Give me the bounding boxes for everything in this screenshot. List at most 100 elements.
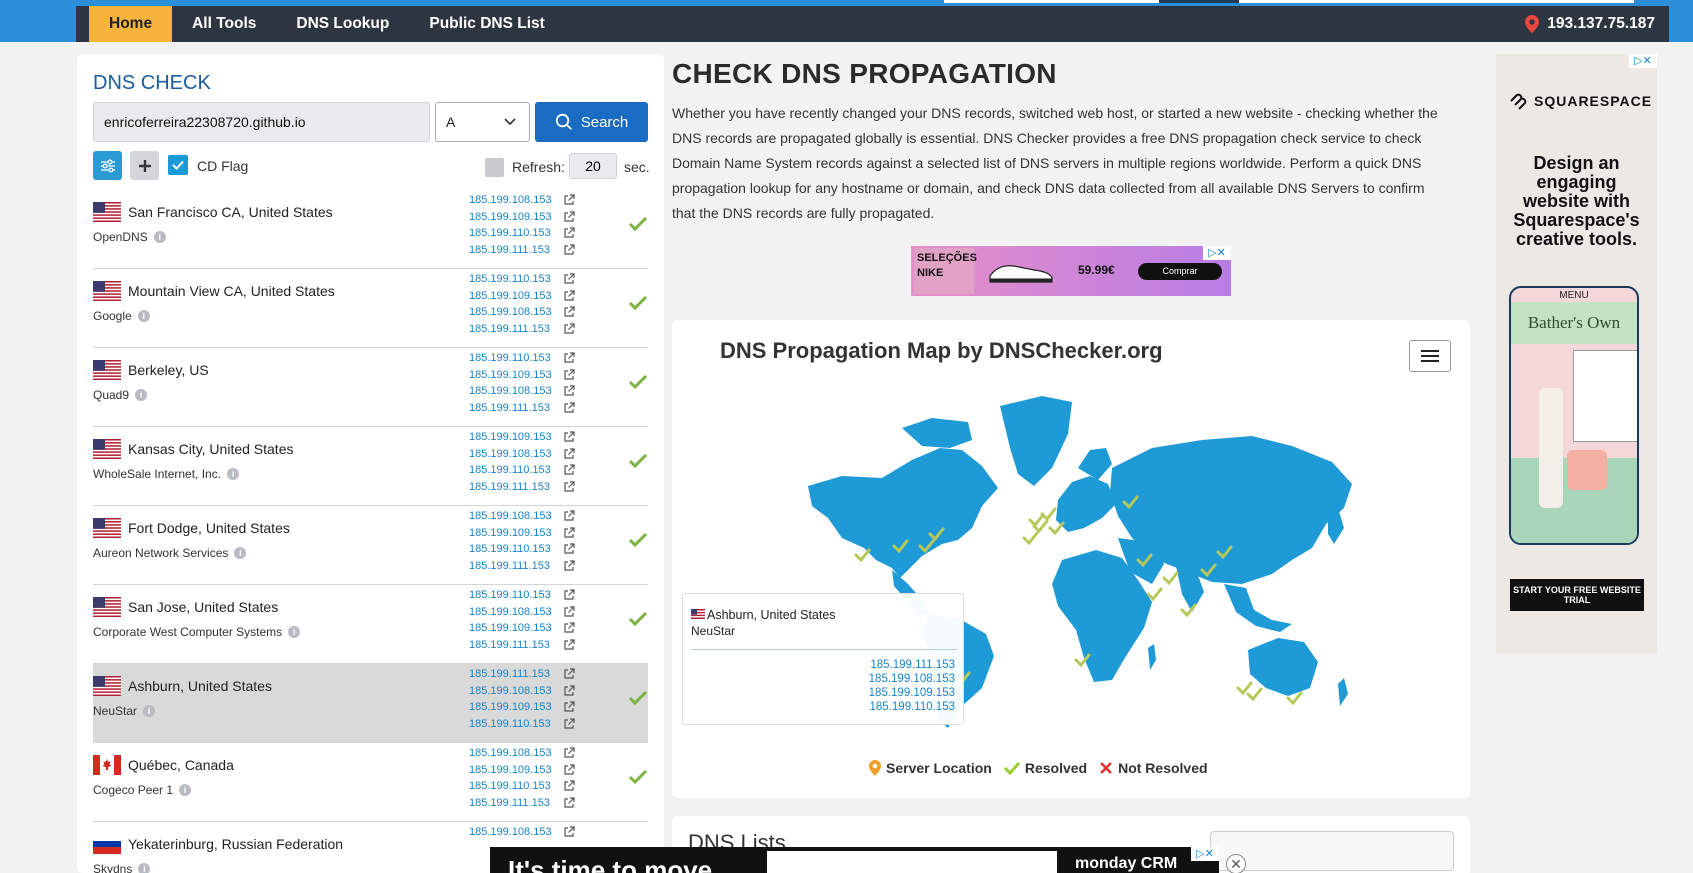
external-link-icon[interactable] [563, 350, 575, 367]
resolved-ip-link[interactable]: 185.199.110.153 [469, 716, 569, 733]
dns-lists-search[interactable] [1210, 831, 1454, 871]
resolved-ip-link[interactable]: 185.199.109.153 [469, 367, 569, 384]
resolved-ip-link[interactable]: 185.199.111.153 [469, 321, 569, 338]
external-link-icon[interactable] [563, 321, 575, 338]
squarespace-ad[interactable]: ▷✕ SQUARESPACE Design an engaging websit… [1496, 54, 1657, 654]
map-menu-button[interactable] [1409, 340, 1451, 372]
result-row[interactable]: Québec, Canada Cogeco Peer 1 i 185.199.108.… [93, 743, 648, 822]
external-link-icon[interactable] [563, 209, 575, 226]
resolved-ip-link[interactable]: 185.199.110.153 [469, 462, 569, 479]
bottom-ad[interactable]: It's time to move monday CRM ▷✕ [490, 847, 1219, 873]
resolved-ip-link[interactable]: 185.199.111.153 [469, 242, 569, 259]
external-link-icon[interactable] [563, 304, 575, 321]
external-link-icon[interactable] [563, 242, 575, 259]
info-icon[interactable]: i [227, 468, 240, 480]
external-link-icon[interactable] [563, 795, 575, 812]
external-link-icon[interactable] [563, 762, 575, 779]
adchoices-icon[interactable]: ▷✕ [1629, 54, 1657, 68]
resolved-ip-link[interactable]: 185.199.108.153 [469, 446, 569, 463]
resolved-ip-link[interactable]: 185.199.110.153 [469, 541, 569, 558]
resolved-ip-link[interactable]: 185.199.111.153 [469, 795, 569, 812]
result-row[interactable]: San Francisco CA, United States OpenDNS i 1… [93, 190, 648, 269]
resolved-ip-link[interactable]: 185.199.108.153 [469, 683, 569, 700]
result-row[interactable]: San Jose, United States Corporate West Co… [93, 585, 648, 664]
resolved-ip-link[interactable]: 185.199.108.153 [469, 304, 569, 321]
resolved-ip-link[interactable]: 185.199.110.153 [469, 225, 569, 242]
external-link-icon[interactable] [563, 367, 575, 384]
resolved-ip-link[interactable]: 185.199.111.153 [469, 637, 569, 654]
external-link-icon[interactable] [563, 587, 575, 604]
info-icon[interactable]: i [153, 231, 166, 243]
filter-button[interactable] [93, 151, 122, 180]
resolved-ip-link[interactable]: 185.199.108.153 [469, 508, 569, 525]
resolved-ip-link[interactable]: 185.199.108.153 [469, 824, 569, 841]
info-icon[interactable]: i [288, 626, 301, 638]
resolved-ip-link[interactable]: 185.199.109.153 [469, 209, 569, 226]
external-link-icon[interactable] [563, 225, 575, 242]
resolved-ip-link[interactable]: 185.199.108.153 [469, 383, 569, 400]
resolved-ip-link[interactable]: 185.199.110.153 [469, 778, 569, 795]
external-link-icon[interactable] [563, 620, 575, 637]
external-link-icon[interactable] [563, 479, 575, 496]
external-link-icon[interactable] [563, 383, 575, 400]
resolved-ip-link[interactable]: 185.199.111.153 [469, 666, 569, 683]
external-link-icon[interactable] [563, 462, 575, 479]
external-link-icon[interactable] [563, 604, 575, 621]
resolved-ip-link[interactable]: 185.199.110.153 [469, 271, 569, 288]
nike-ad-banner[interactable]: SELEÇÕES NIKE 59.99€ Comprar ▷✕ [911, 246, 1231, 296]
ad-cta-button[interactable]: Comprar [1138, 263, 1222, 280]
external-link-icon[interactable] [563, 271, 575, 288]
info-icon[interactable]: i [138, 863, 151, 873]
external-link-icon[interactable] [563, 525, 575, 542]
side-ad-cta-button[interactable]: START YOUR FREE WEBSITE TRIAL [1510, 579, 1644, 611]
close-icon[interactable]: ✕ [1226, 854, 1246, 873]
result-row[interactable]: Fort Dodge, United States Aureon Network … [93, 506, 648, 585]
domain-input[interactable] [93, 102, 430, 142]
nav-all-tools[interactable]: All Tools [172, 6, 276, 42]
info-icon[interactable]: i [179, 784, 192, 796]
resolved-ip-link[interactable]: 185.199.109.153 [469, 429, 569, 446]
external-link-icon[interactable] [563, 637, 575, 654]
resolved-ip-link[interactable]: 185.199.110.153 [469, 587, 569, 604]
adchoices-icon[interactable]: ▷✕ [1191, 847, 1219, 861]
cd-flag-checkbox[interactable] [168, 155, 188, 175]
resolved-ip-link[interactable]: 185.199.111.153 [469, 479, 569, 496]
info-icon[interactable]: i [234, 547, 247, 559]
resolved-ip-link[interactable]: 185.199.111.153 [469, 558, 569, 575]
info-icon[interactable]: i [143, 705, 156, 717]
external-link-icon[interactable] [563, 558, 575, 575]
external-link-icon[interactable] [563, 508, 575, 525]
resolved-ip-link[interactable]: 185.199.110.153 [469, 350, 569, 367]
result-row[interactable]: Kansas City, United States WholeSale Inte… [93, 427, 648, 506]
external-link-icon[interactable] [563, 745, 575, 762]
resolved-ip-link[interactable]: 185.199.111.153 [469, 400, 569, 417]
nav-home[interactable]: Home [89, 6, 173, 42]
resolved-ip-link[interactable]: 185.199.109.153 [469, 620, 569, 637]
search-button[interactable]: Search [535, 102, 648, 142]
external-link-icon[interactable] [563, 699, 575, 716]
add-server-button[interactable] [130, 151, 159, 180]
external-link-icon[interactable] [563, 400, 575, 417]
external-link-icon[interactable] [563, 446, 575, 463]
external-link-icon[interactable] [563, 192, 575, 209]
resolved-ip-link[interactable]: 185.199.109.153 [469, 762, 569, 779]
adchoices-icon[interactable]: ▷✕ [1203, 246, 1231, 260]
result-row[interactable]: Ashburn, United States NeuStar i 185.199.11… [93, 664, 648, 743]
resolved-ip-link[interactable]: 185.199.108.153 [469, 745, 569, 762]
resolved-ip-link[interactable]: 185.199.109.153 [469, 699, 569, 716]
refresh-checkbox[interactable] [485, 158, 504, 177]
external-link-icon[interactable] [563, 778, 575, 795]
external-link-icon[interactable] [563, 288, 575, 305]
external-link-icon[interactable] [563, 824, 575, 841]
record-type-select[interactable]: A [435, 102, 530, 142]
nav-dns-lookup[interactable]: DNS Lookup [276, 6, 409, 42]
external-link-icon[interactable] [563, 429, 575, 446]
external-link-icon[interactable] [563, 666, 575, 683]
resolved-ip-link[interactable]: 185.199.109.153 [469, 288, 569, 305]
info-icon[interactable]: i [137, 310, 150, 322]
resolved-ip-link[interactable]: 185.199.108.153 [469, 604, 569, 621]
result-row[interactable]: Mountain View CA, United States Google i 18… [93, 269, 648, 348]
refresh-interval-input[interactable] [569, 153, 617, 179]
info-icon[interactable]: i [135, 389, 148, 401]
nav-public-dns-list[interactable]: Public DNS List [409, 6, 564, 42]
